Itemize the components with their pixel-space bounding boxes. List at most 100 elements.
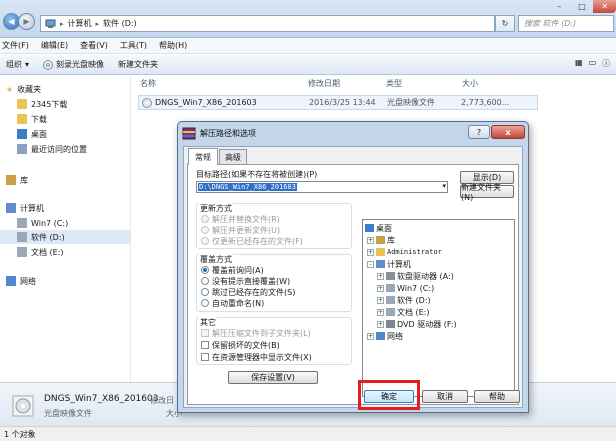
preview-pane-icon[interactable]: ▭: [589, 58, 597, 69]
close-button[interactable]: ✕: [593, 0, 616, 13]
disc-icon: [43, 59, 54, 70]
tree-node-computer[interactable]: - 计算机: [367, 259, 411, 269]
radio-overwrite-without-prompt[interactable]: 没有提示直接覆盖(W): [201, 276, 290, 286]
menu-file[interactable]: 文件(F): [2, 40, 29, 51]
library-icon: [6, 175, 16, 185]
sidebar-libraries[interactable]: 库: [6, 173, 28, 187]
sidebar-item-drive-c[interactable]: Win7 (C:): [17, 216, 68, 230]
burn-image-button[interactable]: 刻录光盘映像: [43, 59, 104, 70]
status-bar: 1 个对象: [0, 426, 616, 441]
menu-help[interactable]: 帮助(H): [159, 40, 187, 51]
radio-extract-replace[interactable]: 解压并替换文件(R): [201, 214, 280, 224]
breadcrumb-computer[interactable]: 计算机: [68, 18, 92, 29]
file-date: 2016/3/25 13:44: [309, 98, 376, 107]
dvd-drive-icon: [386, 320, 395, 328]
radio-auto-rename[interactable]: 自动重命名(N): [201, 298, 264, 308]
extract-dialog: 解压路径和选项 ? x 常规 高级 目标路径(如果不存在将被创建)(P) D:\…: [177, 121, 529, 413]
chevron-right-icon: ▸: [60, 19, 64, 28]
new-folder-button[interactable]: 新建文件夹(N): [460, 183, 514, 202]
sidebar-favorites[interactable]: ★ 收藏夹: [6, 82, 41, 96]
collapse-icon[interactable]: -: [367, 260, 374, 268]
radio-ask-before-overwrite[interactable]: 覆盖前询问(A): [201, 265, 264, 275]
windows-drive-icon: [17, 218, 27, 228]
dialog-help-button[interactable]: ?: [468, 125, 490, 139]
checkbox-show-in-explorer[interactable]: 在资源管理器中显示文件(X): [201, 352, 312, 362]
expand-icon[interactable]: +: [377, 296, 384, 304]
forward-button[interactable]: ▶: [18, 13, 35, 30]
computer-icon: [45, 19, 56, 28]
tab-advanced[interactable]: 高级: [219, 149, 247, 164]
search-input[interactable]: 搜索 软件 (D:): [518, 15, 614, 32]
expand-icon[interactable]: +: [367, 332, 374, 340]
navigation-pane: ★ 收藏夹 2345下载 下载 桌面 最近访问的位置 库 计算机 Win7 (C…: [0, 76, 131, 426]
tree-node-libraries[interactable]: + 库: [367, 235, 395, 245]
ok-button[interactable]: 确定: [364, 390, 414, 403]
file-row[interactable]: DNGS_Win7_X86_201603 2016/3/25 13:44 光盘映…: [138, 95, 538, 110]
radio-extract-update[interactable]: 解压并更新文件(U): [201, 225, 280, 235]
menu-edit[interactable]: 编辑(E): [41, 40, 68, 51]
sidebar-item-recent[interactable]: 最近访问的位置: [17, 142, 87, 156]
view-icon[interactable]: ▦: [575, 58, 583, 69]
tree-node-desktop[interactable]: 桌面: [365, 223, 392, 233]
breadcrumb-drive[interactable]: 软件 (D:): [103, 18, 137, 29]
menu-tools[interactable]: 工具(T): [120, 40, 147, 51]
expand-icon[interactable]: +: [377, 284, 384, 292]
folder-icon: [17, 99, 27, 109]
sidebar-item-desktop[interactable]: 桌面: [17, 127, 47, 141]
tree-node-administrator[interactable]: + Administrator: [367, 247, 442, 257]
overwrite-mode-label: 覆盖方式: [199, 254, 233, 265]
column-date[interactable]: 修改日期: [308, 78, 386, 92]
dialog-close-button[interactable]: x: [491, 125, 525, 139]
new-folder-button[interactable]: 新建文件夹: [118, 59, 158, 70]
column-name[interactable]: 名称: [136, 78, 308, 92]
radio-update-existing[interactable]: 仅更新已经存在的文件(F): [201, 236, 303, 246]
tree-node-floppy[interactable]: + 软盘驱动器 (A:): [377, 271, 454, 281]
back-arrow-icon: ◀: [8, 17, 15, 26]
help-icon[interactable]: ⓘ: [602, 58, 610, 69]
drive-icon: [17, 232, 27, 242]
help-button[interactable]: 帮助: [474, 390, 520, 403]
checkbox-keep-broken-files[interactable]: 保留损坏的文件(B): [201, 340, 280, 350]
expand-icon[interactable]: +: [367, 236, 374, 244]
cancel-button[interactable]: 取消: [422, 390, 468, 403]
status-text: 1 个对象: [4, 429, 36, 439]
radio-skip-existing[interactable]: 跳过已经存在的文件(S): [201, 287, 295, 297]
sidebar-item-drive-d[interactable]: 软件 (D:): [0, 230, 130, 244]
refresh-button[interactable]: ↻: [495, 15, 515, 32]
star-icon: ★: [6, 84, 14, 94]
library-icon: [376, 236, 385, 244]
tree-node-drive-e[interactable]: + 文档 (E:): [377, 307, 430, 317]
expand-icon[interactable]: +: [377, 320, 384, 328]
address-path[interactable]: ▸ 计算机 ▸ 软件 (D:): [40, 15, 495, 32]
checkbox-extract-to-subfolder[interactable]: 解压压缩文件到子文件夹(L): [201, 328, 311, 338]
tree-node-network[interactable]: + 网络: [367, 331, 403, 341]
minimize-button[interactable]: –: [548, 0, 571, 13]
save-settings-button[interactable]: 保存设置(V): [228, 371, 318, 384]
sidebar-network[interactable]: 网络: [6, 274, 36, 288]
expand-icon[interactable]: +: [367, 248, 374, 256]
menu-bar: 文件(F) 编辑(E) 查看(V) 工具(T) 帮助(H): [0, 38, 616, 54]
tree-node-drive-c[interactable]: + Win7 (C:): [377, 283, 434, 293]
tab-general[interactable]: 常规: [188, 148, 218, 165]
drive-icon: [17, 247, 27, 257]
tree-node-dvd[interactable]: + DVD 驱动器 (F:): [377, 319, 457, 329]
organize-button[interactable]: 组织 ▾: [6, 59, 29, 70]
column-size[interactable]: 大小: [462, 78, 522, 92]
sidebar-computer[interactable]: 计算机: [6, 201, 44, 215]
dropdown-arrow-icon: ▾: [442, 182, 446, 190]
sidebar-item-downloads[interactable]: 下载: [17, 112, 47, 126]
sidebar-item-2345download[interactable]: 2345下载: [17, 97, 67, 111]
expand-icon[interactable]: +: [377, 308, 384, 316]
column-type[interactable]: 类型: [386, 78, 462, 92]
forward-arrow-icon: ▶: [23, 17, 30, 26]
drive-icon: [386, 296, 395, 304]
expand-icon[interactable]: +: [377, 272, 384, 280]
computer-icon: [376, 260, 385, 268]
tree-node-drive-d[interactable]: + 软件 (D:): [377, 295, 431, 305]
menu-view[interactable]: 查看(V): [80, 40, 108, 51]
folder-tree[interactable]: 桌面 + 库 + Administrator - 计算机 + 软盘驱动器 (A:…: [362, 219, 515, 397]
download-folder-icon: [17, 114, 27, 124]
target-path-combobox[interactable]: D:\DNGS_Win7_X86_201603 ▾: [196, 181, 448, 193]
maximize-button[interactable]: □: [571, 0, 594, 13]
sidebar-item-drive-e[interactable]: 文档 (E:): [17, 245, 64, 259]
